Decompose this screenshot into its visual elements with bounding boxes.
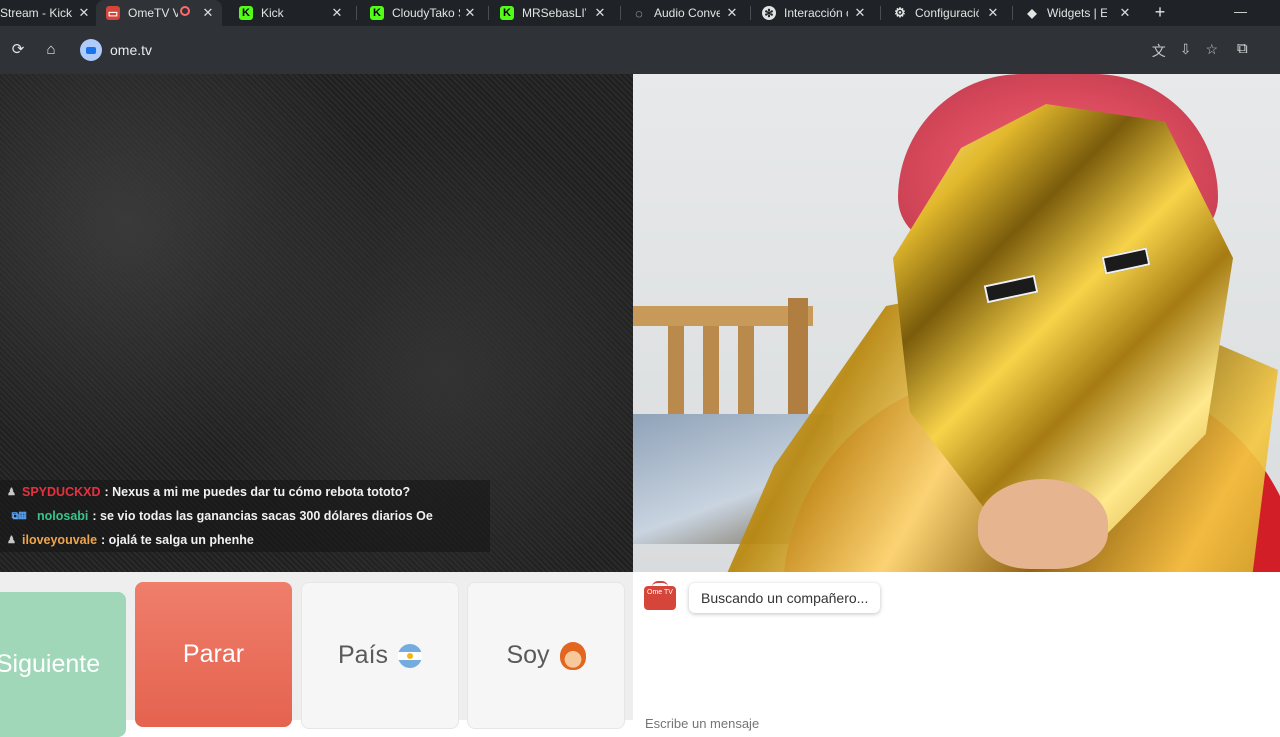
tab-separator [356, 6, 357, 20]
chat-text: : ojalá te salga un phenhe [101, 533, 254, 547]
chat-username: SPYDUCKXD [22, 485, 101, 499]
next-label: Siguiente [0, 650, 101, 678]
close-icon[interactable]: ✕ [1117, 5, 1133, 21]
hand [978, 479, 1108, 569]
tab-separator [750, 6, 751, 20]
close-icon[interactable]: ✕ [592, 5, 608, 21]
tab-label: Kick [261, 6, 284, 20]
chat-message: ♟ SPYDUCKXD : Nexus a mi me puedes dar t… [0, 480, 490, 504]
close-icon[interactable]: ✕ [329, 5, 345, 21]
extensions-icon[interactable]: ⧉ [1237, 40, 1248, 57]
tab-separator [1012, 6, 1013, 20]
gender-button[interactable]: Soy [467, 582, 625, 729]
address-bar[interactable]: ome.tv 文 ⇩ ☆ [78, 35, 1228, 65]
minimize-icon[interactable]: — [1234, 4, 1247, 19]
tab-label: Audio Conve [654, 6, 720, 20]
chat-message: ♟ iloveyouvale : ojalá te salga un phenh… [0, 528, 490, 552]
next-button[interactable]: Siguiente [0, 592, 126, 737]
ometv-logo: Ome TV [644, 581, 676, 610]
country-filter-button[interactable]: País [301, 582, 459, 729]
translate-icon[interactable]: 文 [1152, 41, 1166, 61]
tab-widgets[interactable]: ◆ Widgets | El ✕ [1025, 0, 1135, 26]
user-badge-icon: ⧉▦ [11, 510, 27, 522]
tab-interaccion[interactable]: ✻ Interacción c ✕ [762, 0, 872, 26]
gear-icon: ⚙ [894, 5, 906, 20]
iam-label: Soy [506, 641, 550, 669]
close-icon[interactable]: ✕ [724, 5, 740, 21]
close-icon[interactable]: ✕ [985, 5, 1001, 21]
tab-label: Interacción c [784, 6, 848, 20]
tab-label: Configuració [915, 6, 979, 20]
chat-username: nolosabi [37, 509, 89, 523]
tab-label: Widgets | El [1047, 6, 1107, 20]
install-app-icon[interactable]: ⇩ [1180, 41, 1192, 61]
tab-ometv[interactable]: ▭ OmeTV V ✕ [96, 0, 222, 26]
home-icon[interactable]: ⌂ [41, 40, 61, 60]
chair [633, 298, 813, 428]
status-message: Buscando un compañero... [689, 583, 881, 613]
close-icon[interactable]: ✕ [200, 5, 216, 21]
widget-icon: ◆ [1027, 6, 1037, 20]
kick-icon: K [239, 6, 253, 20]
woman-emoji-icon [559, 641, 586, 670]
stop-button[interactable]: Parar [135, 582, 292, 727]
ometv-icon: ▭ [106, 6, 120, 20]
kick-icon: K [500, 6, 514, 20]
chat-message: ⧉▦ nolosabi : se vio todas las ganancias… [0, 504, 490, 528]
close-icon[interactable]: ✕ [462, 5, 478, 21]
new-tab-button[interactable]: + [1151, 2, 1169, 22]
chat-username: iloveyouvale [22, 533, 98, 547]
tab-separator [488, 6, 489, 20]
tab-label: OmeTV V [128, 6, 178, 20]
recording-icon [180, 6, 190, 16]
site-info-icon[interactable] [80, 39, 102, 61]
url-text[interactable]: ome.tv [110, 42, 152, 58]
kick-icon: K [370, 6, 384, 20]
tab-cloudytako[interactable]: K CloudyTako S ✕ [370, 0, 480, 26]
stop-label: Parar [182, 640, 245, 668]
stranger-video: ♟ SPYDUCKXD : Nexus a mi me puedes dar t… [0, 74, 633, 572]
tab-strip: Stream - Kick ✕ ▭ OmeTV V ✕ K Kick ✕ K C… [0, 0, 1280, 26]
user-badge-icon: ♟ [7, 486, 16, 498]
country-label: País [337, 641, 389, 669]
chatgpt-icon: ✻ [762, 6, 776, 20]
tab-mrsebas[interactable]: K MRSebasLIV ✕ [500, 0, 612, 26]
close-icon[interactable]: ✕ [852, 5, 868, 21]
tab-audio-converter[interactable]: ◌ Audio Conve ✕ [632, 0, 742, 26]
tab-label: CloudyTako S [392, 6, 460, 20]
bookmark-star-icon[interactable]: ☆ [1205, 41, 1218, 61]
close-icon[interactable]: ✕ [76, 5, 92, 21]
control-panel: Siguiente Parar País Soy [0, 572, 633, 737]
stream-chat-overlay: ♟ SPYDUCKXD : Nexus a mi me puedes dar t… [0, 480, 490, 552]
tab-configuracion[interactable]: ⚙ Configuració ✕ [893, 0, 1003, 26]
tab-label: MRSebasLIV [522, 6, 586, 20]
chat-text: : Nexus a mi me puedes dar tu cómo rebot… [104, 485, 411, 499]
chat-panel: Ome TV Buscando un compañero... [633, 572, 1280, 734]
tab-separator [880, 6, 881, 20]
audio-icon: ◌ [635, 5, 643, 21]
self-camera-video [633, 74, 1280, 572]
chat-text: : se vio todas las ganancias sacas 300 d… [92, 509, 433, 523]
tab-kick[interactable]: K Kick ✕ [239, 0, 349, 26]
user-badge-icon: ♟ [7, 534, 16, 546]
tab-stream-kick[interactable]: Stream - Kick ✕ [0, 0, 92, 26]
message-input[interactable] [643, 712, 1267, 734]
tab-separator [620, 6, 621, 20]
status-text: Buscando un compañero... [701, 590, 869, 606]
browser-toolbar: ⟳ ⌂ ome.tv 文 ⇩ ☆ ⧉ [0, 26, 1280, 74]
reload-icon[interactable]: ⟳ [8, 40, 28, 60]
argentina-flag-icon [398, 643, 423, 668]
tab-label: Stream - Kick [0, 6, 73, 20]
